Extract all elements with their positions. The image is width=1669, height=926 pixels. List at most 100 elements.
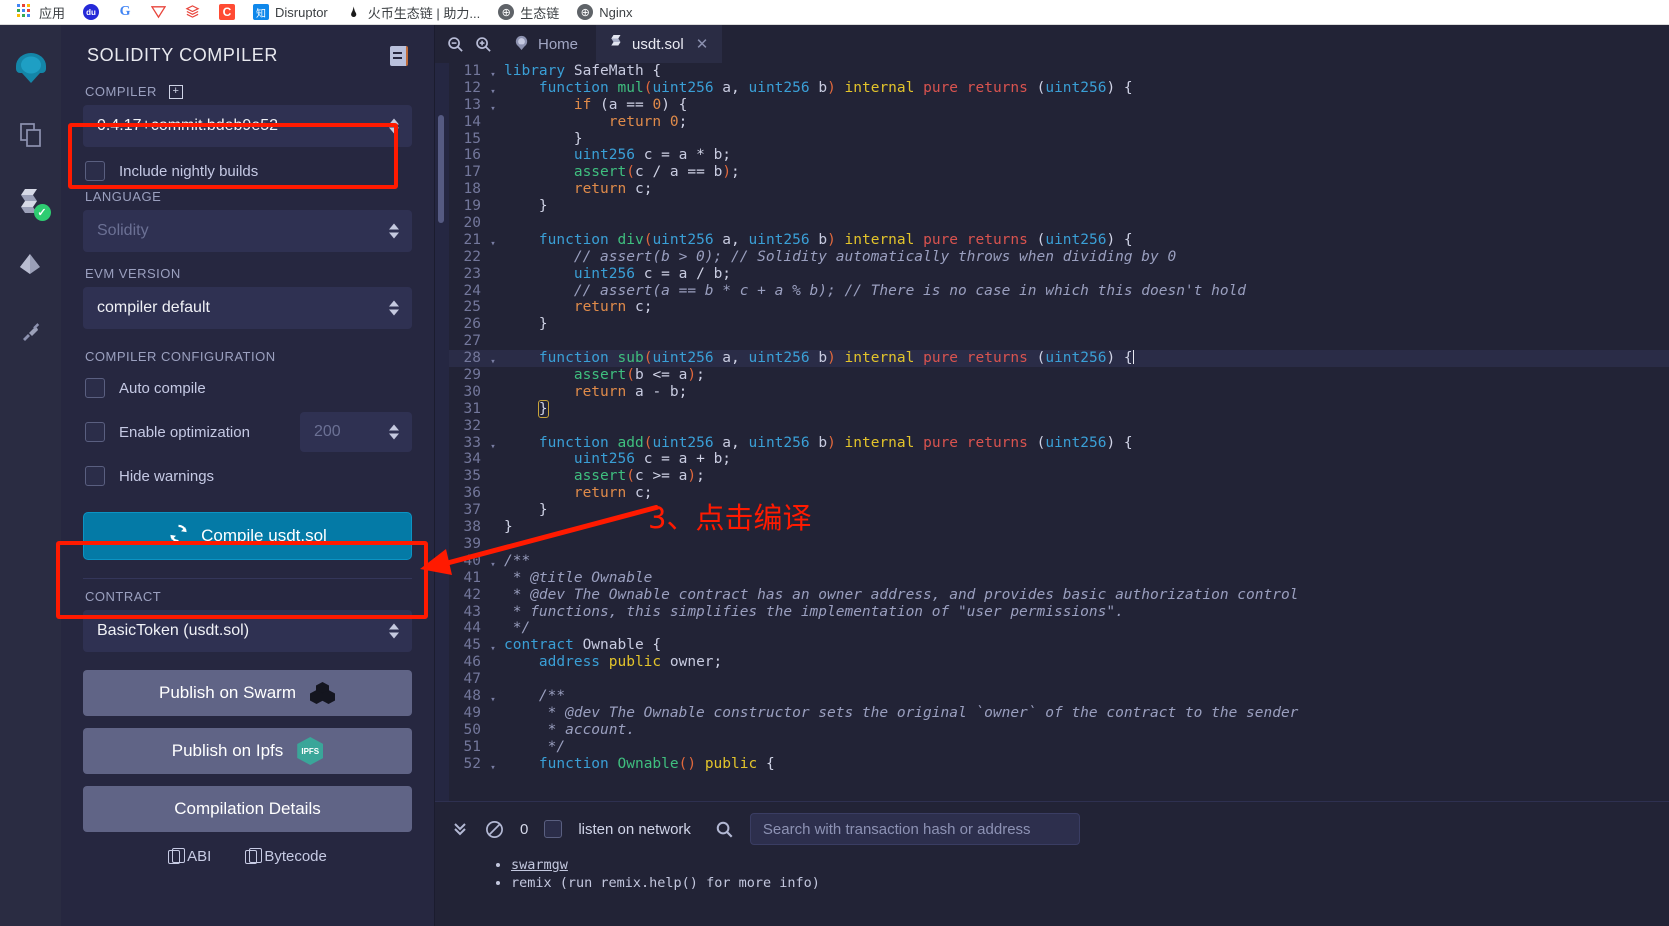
code-line[interactable]: 49 * @dev The Ownable constructor sets t… (435, 705, 1669, 722)
bookmark-google[interactable]: G (108, 2, 142, 22)
auto-compile-checkbox[interactable] (85, 378, 105, 398)
code-line[interactable]: 51 */ (435, 739, 1669, 756)
code-line[interactable]: 43 * functions, this simplifies the impl… (435, 604, 1669, 621)
bookmark-disruptor[interactable]: 知 Disruptor (244, 2, 337, 22)
fold-toggle-icon[interactable]: ▾ (487, 756, 499, 773)
fold-toggle-icon[interactable]: ▾ (487, 80, 499, 97)
code-line[interactable]: 16 uint256 c = a * b; (435, 147, 1669, 164)
code-line[interactable]: 42 * @dev The Ownable contract has an ow… (435, 587, 1669, 604)
compilation-details-button[interactable]: Compilation Details (83, 786, 412, 832)
compile-button[interactable]: Compile usdt.sol (83, 512, 412, 560)
file-explorer-icon[interactable] (9, 113, 53, 157)
code-line[interactable]: 48 ▾ /** (435, 688, 1669, 705)
code-line[interactable]: 11 ▾ library SafeMath { (435, 63, 1669, 80)
code-line[interactable]: 39 (435, 536, 1669, 553)
code-line[interactable]: 18 return c; (435, 181, 1669, 198)
code-line[interactable]: 29 assert(b <= a); (435, 367, 1669, 384)
fold-toggle-icon[interactable]: ▾ (487, 232, 499, 249)
enable-optimization-checkbox[interactable] (85, 422, 105, 442)
publish-swarm-button[interactable]: Publish on Swarm (83, 670, 412, 716)
editor-scrollbar-rail[interactable] (435, 63, 449, 801)
bookmark-tron[interactable] (142, 2, 176, 22)
bookmark-ecochain[interactable]: ⊕ 生态链 (489, 1, 568, 24)
bookmark-apps[interactable]: 应用 (8, 1, 74, 24)
code-line[interactable]: 47 (435, 671, 1669, 688)
listen-on-network-checkbox[interactable] (544, 820, 563, 838)
hide-warnings-checkbox[interactable] (85, 466, 105, 486)
plus-icon[interactable]: + (168, 84, 183, 99)
code-line[interactable]: 17 assert(c / a == b); (435, 164, 1669, 181)
code-line[interactable]: 34 uint256 c = a + b; (435, 451, 1669, 468)
copy-abi-button[interactable]: ABI (168, 847, 211, 865)
code-line[interactable]: 24 // assert(a == b * c + a % b); // The… (435, 283, 1669, 300)
deploy-run-icon[interactable] (9, 245, 53, 289)
nightly-builds-row[interactable]: Include nightly builds (85, 161, 412, 181)
code-line[interactable]: 50 * account. (435, 722, 1669, 739)
code-line[interactable]: 15 } (435, 131, 1669, 148)
fold-toggle-icon[interactable]: ▾ (487, 97, 499, 114)
fold-toggle-icon[interactable]: ▾ (487, 553, 499, 570)
code-line[interactable]: 21 ▾ function div(uint256 a, uint256 b) i… (435, 232, 1669, 249)
close-icon[interactable]: ✕ (696, 35, 709, 53)
code-line[interactable]: 12 ▾ function mul(uint256 a, uint256 b) i… (435, 80, 1669, 97)
language-select[interactable]: Solidity (83, 210, 412, 252)
bookmark-huobi[interactable]: 🌢 火币生态链 | 助力... (337, 1, 489, 24)
code-line[interactable]: 20 (435, 215, 1669, 232)
transaction-search-input[interactable]: Search with transaction hash or address (749, 813, 1080, 845)
fold-toggle-icon[interactable]: ▾ (487, 63, 499, 80)
search-icon[interactable] (715, 820, 734, 839)
code-editor[interactable]: 11 ▾ library SafeMath {12 ▾ function mul(ui… (435, 63, 1669, 801)
code-line[interactable]: 23 uint256 c = a / b; (435, 266, 1669, 283)
document-icon[interactable] (390, 45, 408, 66)
copy-bytecode-button[interactable]: Bytecode (245, 847, 327, 865)
chevrons-down-icon[interactable] (451, 820, 469, 838)
tab-usdt-sol[interactable]: usdt.sol ✕ (596, 25, 723, 63)
code-line[interactable]: 44 */ (435, 620, 1669, 637)
code-line[interactable]: 32 (435, 418, 1669, 435)
swarmgw-link[interactable]: swarmgw (511, 857, 568, 873)
editor-scrollbar-thumb[interactable] (438, 115, 444, 223)
publish-ipfs-button[interactable]: Publish on Ipfs IPFS (83, 728, 412, 774)
code-line[interactable]: 45 ▾ contract Ownable { (435, 637, 1669, 654)
code-line[interactable]: 14 return 0; (435, 114, 1669, 131)
code-line[interactable]: 19 } (435, 198, 1669, 215)
contract-select[interactable]: BasicToken (usdt.sol) (83, 610, 412, 652)
fold-toggle-icon[interactable]: ▾ (487, 435, 499, 452)
code-line[interactable]: 30 return a - b; (435, 384, 1669, 401)
code-line[interactable]: 40 ▾/** (435, 553, 1669, 570)
bookmark-books[interactable] (176, 2, 210, 22)
code-line[interactable]: 13 ▾ if (a == 0) { (435, 97, 1669, 114)
code-line[interactable]: 33 ▾ function add(uint256 a, uint256 b) i… (435, 435, 1669, 452)
code-line[interactable]: 28 ▾ function sub(uint256 a, uint256 b) i… (435, 350, 1669, 367)
code-line[interactable]: 37 } (435, 502, 1669, 519)
zoom-out-icon[interactable] (443, 32, 467, 56)
bookmark-nginx[interactable]: ⊕ Nginx (568, 2, 641, 22)
auto-compile-row[interactable]: Auto compile (85, 378, 412, 398)
remix-logo-icon[interactable] (9, 47, 53, 91)
code-line[interactable]: 35 assert(c >= a); (435, 468, 1669, 485)
tab-home[interactable]: Home (499, 25, 592, 63)
nightly-builds-checkbox[interactable] (85, 161, 105, 181)
solidity-compiler-icon[interactable]: ✓ (9, 179, 53, 223)
optimization-runs-input[interactable]: 200 (300, 412, 412, 452)
fold-toggle-icon[interactable]: ▾ (487, 637, 499, 654)
no-entry-icon[interactable] (485, 820, 504, 839)
bookmark-baidu[interactable]: du (74, 2, 108, 22)
evm-version-select[interactable]: compiler default (83, 287, 412, 329)
code-line[interactable]: 52 ▾ function Ownable() public { (435, 756, 1669, 773)
code-line[interactable]: 36 return c; (435, 485, 1669, 502)
code-line[interactable]: 31 } (435, 399, 1669, 418)
plugin-manager-icon[interactable] (9, 311, 53, 355)
bookmark-c[interactable]: C (210, 2, 244, 22)
hide-warnings-row[interactable]: Hide warnings (85, 466, 412, 486)
code-line[interactable]: 46 address public owner; (435, 654, 1669, 671)
fold-toggle-icon[interactable]: ▾ (487, 350, 499, 367)
code-line[interactable]: 41 * @title Ownable (435, 570, 1669, 587)
code-line[interactable]: 22 // assert(b > 0); // Solidity automat… (435, 249, 1669, 266)
code-line[interactable]: 38} (435, 519, 1669, 536)
code-line[interactable]: 25 return c; (435, 299, 1669, 316)
fold-toggle-icon[interactable]: ▾ (487, 688, 499, 705)
zoom-in-icon[interactable] (471, 32, 495, 56)
code-line[interactable]: 26 } (435, 316, 1669, 333)
enable-optimization-row[interactable]: Enable optimization 200 (85, 412, 412, 452)
